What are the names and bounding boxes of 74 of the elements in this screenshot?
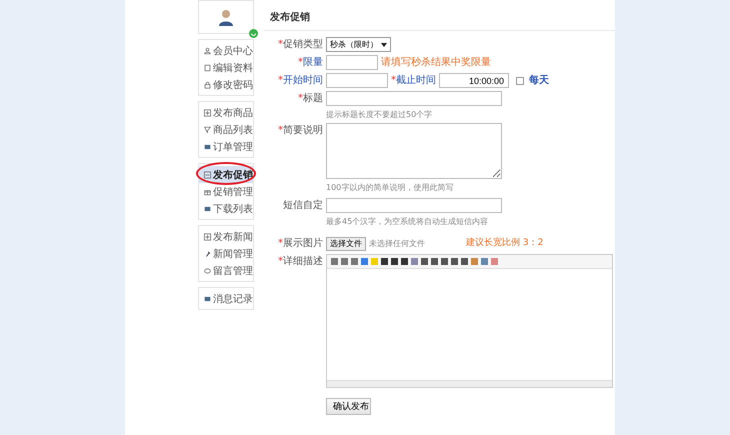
menu-label: 促销管理 xyxy=(213,186,253,198)
minus-icon xyxy=(204,170,211,180)
start-time-field[interactable] xyxy=(326,73,388,88)
required-mark: * xyxy=(278,125,283,136)
required-mark: * xyxy=(278,238,283,249)
document-icon xyxy=(204,62,211,72)
field-label: 标题 xyxy=(303,93,323,104)
annotation-ellipse xyxy=(196,162,256,185)
menu-label: 发布新闻 xyxy=(213,230,253,244)
menu-label: 发布商品 xyxy=(213,106,253,120)
speech-bubble-icon xyxy=(204,266,211,276)
menu-item[interactable]: 促销管理 xyxy=(199,183,253,200)
menu-item[interactable]: 消息记录 xyxy=(199,290,253,307)
menu-item[interactable]: 新闻管理 xyxy=(199,245,253,262)
required-mark: * xyxy=(298,93,303,104)
required-mark: * xyxy=(278,256,283,267)
required-mark: * xyxy=(298,57,303,68)
menu-label: 下载列表 xyxy=(213,202,253,216)
field-label: 促销类型 xyxy=(283,39,323,50)
menu-label: 商品列表 xyxy=(213,124,253,136)
field-label: 截止时间 xyxy=(396,75,436,86)
avatar-icon xyxy=(218,8,234,26)
menu-item[interactable]: 会员中心 xyxy=(199,42,253,59)
editor-resize-bar[interactable] xyxy=(327,380,612,387)
menu-label: 修改密码 xyxy=(213,78,253,92)
sms-field[interactable] xyxy=(326,198,502,213)
required-mark: * xyxy=(278,39,283,50)
menu-label: 订单管理 xyxy=(213,140,253,154)
title-field[interactable] xyxy=(326,91,502,106)
menu-item[interactable]: 留言管理 xyxy=(199,262,253,279)
summary-hint: 100字以内的简单说明，使用此简写 xyxy=(326,182,454,193)
refresh-icon[interactable] xyxy=(249,29,258,38)
page-title: 发布促销 xyxy=(264,10,615,31)
menu-item[interactable]: 下载列表 xyxy=(199,200,253,217)
menu-item[interactable]: 编辑资料 xyxy=(199,59,253,76)
required-mark: * xyxy=(278,75,283,86)
field-label: 简要说明 xyxy=(283,125,323,136)
menu-item[interactable]: 发布新闻 xyxy=(199,228,253,245)
field-label: 展示图片 xyxy=(283,238,323,249)
submit-button[interactable]: 确认发布 xyxy=(326,398,371,415)
field-label: 限量 xyxy=(303,57,323,68)
menu-label: 消息记录 xyxy=(213,292,253,306)
field-label: 开始时间 xyxy=(283,75,323,86)
rich-text-editor[interactable] xyxy=(326,254,613,388)
limit-field[interactable] xyxy=(326,55,378,70)
menu-item[interactable]: 商品列表 xyxy=(199,121,253,138)
required-mark: * xyxy=(391,75,396,86)
file-status: 未选择任何文件 xyxy=(369,238,425,249)
caret-icon xyxy=(381,42,387,46)
sms-hint: 最多45个汉字，为空系统将自动生成短信内容 xyxy=(326,216,490,227)
funnel-icon xyxy=(204,124,211,134)
menu-label: 留言管理 xyxy=(213,264,253,278)
daily-label: 每天 xyxy=(529,74,549,88)
menu-item[interactable]: 订单管理 xyxy=(199,138,253,155)
menu-label: 编辑资料 xyxy=(213,62,253,74)
choose-file-button[interactable]: 选择文件 xyxy=(326,236,366,250)
field-label: 详细描述 xyxy=(283,256,323,267)
pin-icon xyxy=(204,248,211,258)
plus-icon xyxy=(204,232,211,242)
menu-label: 会员中心 xyxy=(213,44,253,58)
type-select[interactable]: 秒杀（限时） xyxy=(326,37,391,52)
field-label: 短信自定 xyxy=(283,200,323,211)
summary-field[interactable] xyxy=(326,123,502,179)
plus-icon xyxy=(204,108,211,118)
menu-item[interactable]: 修改密码 xyxy=(199,76,253,93)
menu-label: 新闻管理 xyxy=(213,248,253,260)
end-time-field[interactable]: 10:00:00 xyxy=(439,73,509,88)
lock-icon xyxy=(204,80,211,90)
title-hint: 提示标题长度不要超过50个字 xyxy=(326,109,434,120)
user-icon xyxy=(204,46,211,56)
menu-item[interactable]: 发布商品 xyxy=(199,104,253,121)
limit-hint: 请填写秒杀结果中奖限量 xyxy=(381,56,491,70)
daily-checkbox[interactable] xyxy=(516,77,524,85)
ratio-tip: 建议长宽比例 3：2 xyxy=(466,236,544,250)
